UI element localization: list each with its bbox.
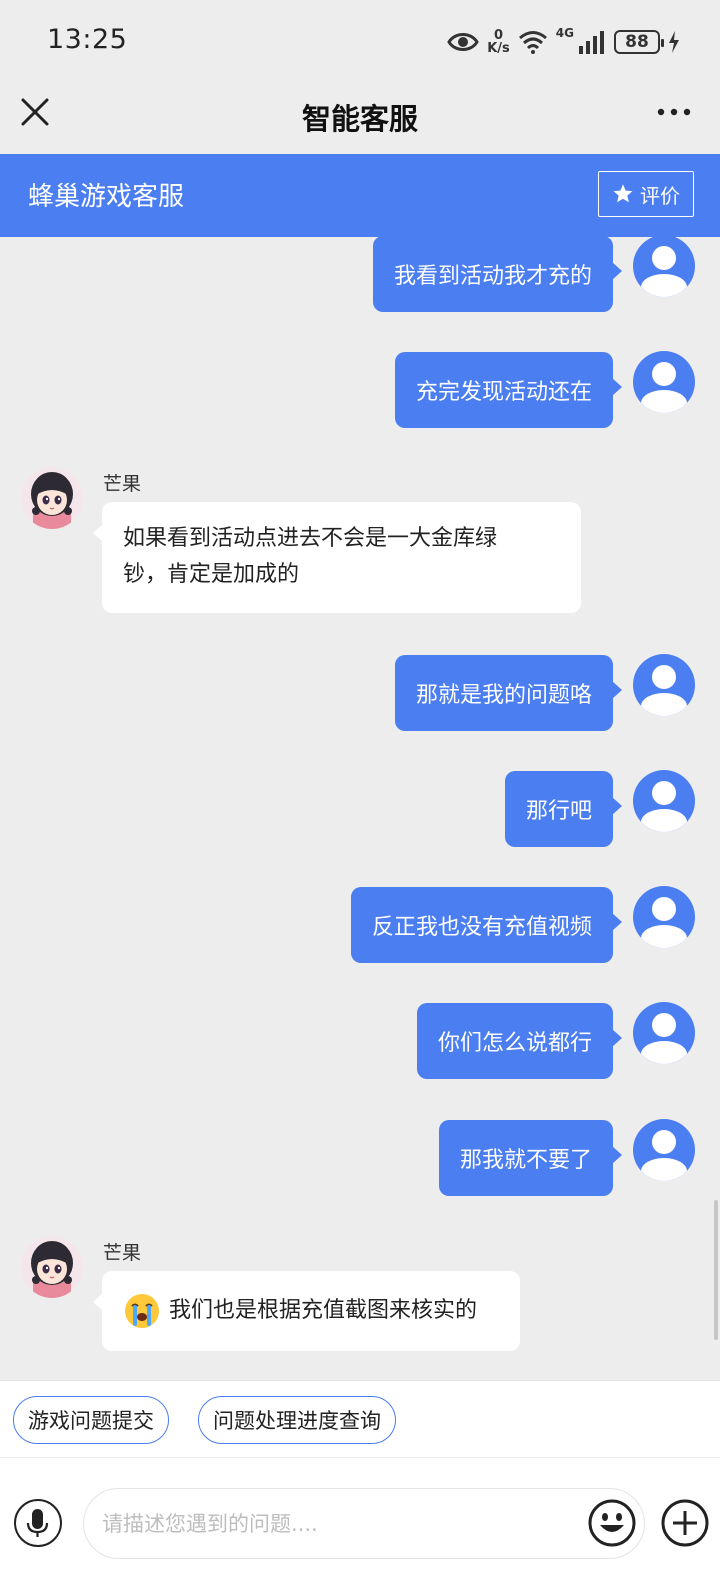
- status-time: 13:25: [47, 24, 128, 55]
- rate-label: 评价: [640, 183, 680, 208]
- user-message-bubble[interactable]: 那行吧: [504, 771, 623, 847]
- user-message-bubble[interactable]: 那我就不要了: [438, 1120, 623, 1196]
- smiley-icon[interactable]: [586, 1497, 638, 1549]
- eye-icon: [447, 33, 479, 51]
- service-name: 蜂巢游戏客服: [28, 182, 185, 212]
- user-message-bubble[interactable]: 充完发现活动还在: [394, 352, 623, 428]
- crying-face-emoji: [125, 1294, 159, 1328]
- title-bar: 智能客服: [0, 80, 720, 154]
- user-avatar[interactable]: [633, 886, 695, 948]
- user-avatar-icon: [641, 1013, 687, 1064]
- status-bar: 13:25 0 K/s 4G 88: [0, 0, 720, 80]
- network-type: 4G: [555, 26, 574, 40]
- more-icon[interactable]: [656, 100, 692, 124]
- charging-icon: [669, 31, 679, 53]
- user-message-bubble[interactable]: 那就是我的问题咯: [394, 655, 623, 731]
- user-avatar[interactable]: [633, 1119, 695, 1181]
- user-avatar-icon: [641, 781, 687, 832]
- quick-actions-bar: 游戏问题提交 问题处理进度查询: [0, 1380, 720, 1458]
- bot-message-bubble[interactable]: 我们也是根据充值截图来核实的: [93, 1271, 520, 1351]
- user-avatar-icon: [641, 665, 687, 716]
- service-bar: 蜂巢游戏客服 评价: [0, 154, 720, 237]
- user-avatar[interactable]: [633, 1002, 695, 1064]
- signal-icon: [579, 31, 604, 54]
- user-avatar-icon: [641, 362, 687, 413]
- plus-icon[interactable]: [660, 1498, 710, 1548]
- user-message-bubble[interactable]: 我看到活动我才充的: [372, 237, 623, 312]
- user-avatar[interactable]: [633, 237, 695, 297]
- quick-action-progress-query[interactable]: 问题处理进度查询: [198, 1396, 396, 1444]
- bot-avatar[interactable]: [21, 1236, 83, 1298]
- bot-message-bubble[interactable]: 如果看到活动点进去不会是一大金库绿 钞，肯定是加成的: [93, 502, 581, 613]
- microphone-icon: [26, 1509, 49, 1537]
- input-bar: [0, 1458, 720, 1588]
- page-title: 智能客服: [301, 102, 418, 136]
- anime-girl-avatar: [21, 1236, 83, 1298]
- quick-action-game-issue[interactable]: 游戏问题提交: [13, 1396, 169, 1444]
- user-avatar[interactable]: [633, 351, 695, 413]
- bot-avatar[interactable]: [21, 467, 83, 529]
- user-avatar-icon: [641, 897, 687, 948]
- user-message-bubble[interactable]: 你们怎么说都行: [416, 1003, 623, 1079]
- user-avatar[interactable]: [633, 654, 695, 716]
- user-message-bubble[interactable]: 反正我也没有充值视频: [350, 887, 623, 963]
- net-speed: 0 K/s: [487, 28, 510, 56]
- bot-name: 芒果: [103, 1242, 142, 1264]
- bot-name: 芒果: [103, 473, 142, 495]
- user-avatar[interactable]: [633, 770, 695, 832]
- battery-icon: 88: [614, 30, 664, 54]
- user-avatar-icon: [641, 1130, 687, 1181]
- rate-button[interactable]: 评价: [598, 171, 694, 217]
- chat-scrollbar[interactable]: [714, 1200, 718, 1340]
- chat-area[interactable]: 我看到活动我才充的 充完发现活动还在 芒果 如果看到活动点进去不会是一大金库绿 …: [0, 237, 720, 1380]
- anime-girl-avatar: [21, 467, 83, 529]
- star-icon: [613, 184, 633, 203]
- voice-button[interactable]: [14, 1499, 62, 1547]
- status-icons: 0 K/s 4G 88: [447, 26, 680, 58]
- wifi-icon: [518, 31, 547, 54]
- message-input[interactable]: [83, 1488, 645, 1559]
- user-avatar-icon: [641, 246, 687, 297]
